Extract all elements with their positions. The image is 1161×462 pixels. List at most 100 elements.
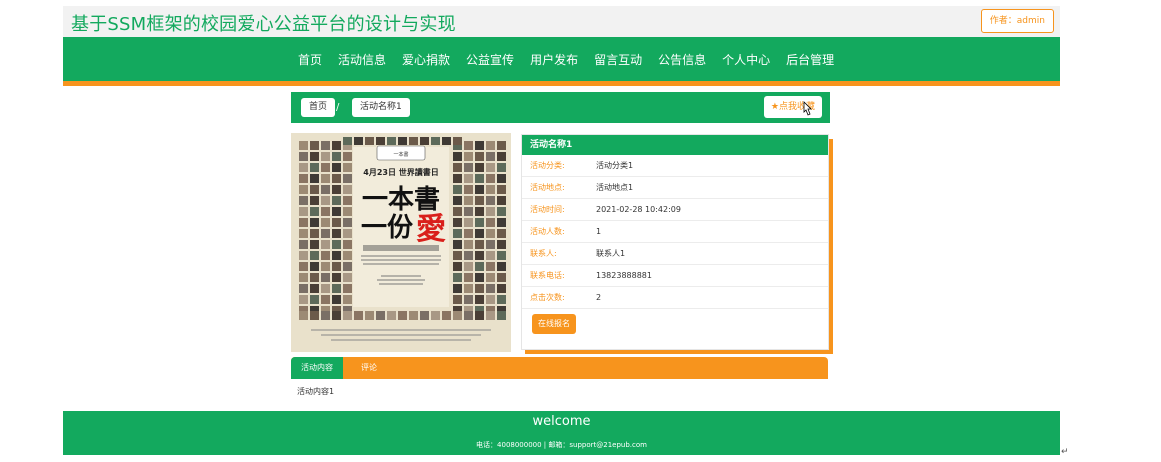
mosaic-tile xyxy=(453,185,462,194)
mosaic-tile xyxy=(299,240,308,249)
mosaic-tile xyxy=(475,229,484,238)
detail-value: 活动地点1 xyxy=(596,183,634,192)
detail-value: 活动分类1 xyxy=(596,161,634,170)
nav-item-publicity[interactable]: 公益宣传 xyxy=(466,51,514,68)
mosaic-tile xyxy=(310,174,319,183)
mosaic-tile xyxy=(310,207,319,216)
mosaic-tile xyxy=(332,174,341,183)
mosaic-tile xyxy=(299,141,308,150)
detail-value: 13823888881 xyxy=(596,271,652,280)
mosaic-tile xyxy=(321,295,330,304)
mosaic-tile xyxy=(497,185,506,194)
tab-activity-content[interactable]: 活动内容 xyxy=(291,357,343,379)
poster-date: 4月23日 世界讀書日 xyxy=(363,167,438,177)
mosaic-tile xyxy=(497,273,506,282)
mosaic-tile xyxy=(453,284,462,293)
detail-value: 2021-02-28 10:42:09 xyxy=(596,205,681,214)
mosaic-tile xyxy=(321,262,330,271)
activity-detail-card: 活动名称1 活动分类: 活动分类1 活动地点: 活动地点1 活动时间: 2021… xyxy=(521,134,829,350)
nav-item-notice[interactable]: 公告信息 xyxy=(658,51,706,68)
mosaic-tile xyxy=(321,229,330,238)
mosaic-tile xyxy=(343,152,352,161)
mosaic-tile xyxy=(343,284,352,293)
mosaic-tile xyxy=(497,163,506,172)
mosaic-tile xyxy=(332,251,341,260)
breadcrumb-separator: / xyxy=(336,102,340,113)
mosaic-tile xyxy=(453,163,462,172)
mosaic-tile xyxy=(475,311,484,320)
mosaic-tile xyxy=(332,311,341,320)
mosaic-tile xyxy=(486,311,495,320)
mosaic-tile xyxy=(464,163,473,172)
mosaic-tile xyxy=(321,152,330,161)
nav-item-activity[interactable]: 活动信息 xyxy=(338,51,386,68)
mosaic-tile xyxy=(299,218,308,227)
mosaic-tile xyxy=(332,185,341,194)
mosaic-tile xyxy=(475,295,484,304)
nav-item-admin[interactable]: 后台管理 xyxy=(786,51,834,68)
mosaic-tile xyxy=(497,251,506,260)
mosaic-tile xyxy=(299,284,308,293)
mosaic-tile xyxy=(464,229,473,238)
detail-label: 活动分类: xyxy=(530,161,565,170)
nav-item-user-post[interactable]: 用户发布 xyxy=(530,51,578,68)
mosaic-tile xyxy=(464,196,473,205)
mosaic-tile xyxy=(299,262,308,271)
mosaic-tile xyxy=(310,273,319,282)
mosaic-tile xyxy=(464,207,473,216)
mosaic-tile xyxy=(486,251,495,260)
mosaic-tile xyxy=(310,251,319,260)
mosaic-tile xyxy=(486,262,495,271)
nav-item-home[interactable]: 首页 xyxy=(298,51,322,68)
detail-row: 活动人数: 1 xyxy=(522,221,828,243)
mosaic-tile xyxy=(497,295,506,304)
mosaic-tile xyxy=(475,284,484,293)
favorite-button[interactable]: ★点我收藏 xyxy=(763,96,822,118)
mosaic-tile xyxy=(310,229,319,238)
mosaic-tile xyxy=(497,141,506,150)
mosaic-tile xyxy=(299,185,308,194)
detail-row: 活动分类: 活动分类1 xyxy=(522,155,828,177)
mosaic-tile xyxy=(343,295,352,304)
mosaic-tile xyxy=(497,196,506,205)
mosaic-tile xyxy=(453,229,462,238)
mosaic-tile xyxy=(299,174,308,183)
breadcrumb: 首页 / 活动名称1 ★点我收藏 xyxy=(291,92,830,123)
mosaic-tile xyxy=(343,185,352,194)
mosaic-tile xyxy=(475,273,484,282)
mosaic-tile xyxy=(453,152,462,161)
site-title: 基于SSM框架的校园爱心公益平台的设计与实现 xyxy=(71,14,456,35)
mosaic-tile xyxy=(299,196,308,205)
mosaic-tile xyxy=(486,152,495,161)
mosaic-tile xyxy=(453,262,462,271)
mosaic-tile xyxy=(332,229,341,238)
footer-title: welcome xyxy=(532,414,591,429)
mosaic-tile xyxy=(464,141,473,150)
detail-value: 1 xyxy=(596,227,602,236)
mosaic-tile xyxy=(343,311,352,320)
mosaic-tile xyxy=(332,196,341,205)
mosaic-tile xyxy=(409,137,418,145)
tab-comments[interactable]: 评论 xyxy=(351,357,387,379)
mosaic-tile xyxy=(343,196,352,205)
mosaic-tile xyxy=(475,207,484,216)
nav-item-message[interactable]: 留言互动 xyxy=(594,51,642,68)
mosaic-tile xyxy=(299,251,308,260)
mosaic-tile xyxy=(475,262,484,271)
mosaic-tile xyxy=(486,141,495,150)
nav-item-profile[interactable]: 个人中心 xyxy=(722,51,770,68)
breadcrumb-home[interactable]: 首页 xyxy=(301,98,336,117)
mosaic-tile xyxy=(343,218,352,227)
author-button[interactable]: 作者：admin xyxy=(980,9,1054,33)
signup-button[interactable]: 在线报名 xyxy=(532,314,576,334)
detail-row: 联系电话: 13823888881 xyxy=(522,265,828,287)
mosaic-tile xyxy=(486,240,495,249)
mosaic-tile xyxy=(354,311,363,320)
mosaic-tile xyxy=(321,141,330,150)
mosaic-tile xyxy=(431,137,440,145)
mosaic-tile xyxy=(332,218,341,227)
nav-item-donation[interactable]: 爱心捐款 xyxy=(402,51,450,68)
mosaic-tile xyxy=(343,137,352,145)
mosaic-tile xyxy=(299,295,308,304)
mosaic-tile xyxy=(453,295,462,304)
